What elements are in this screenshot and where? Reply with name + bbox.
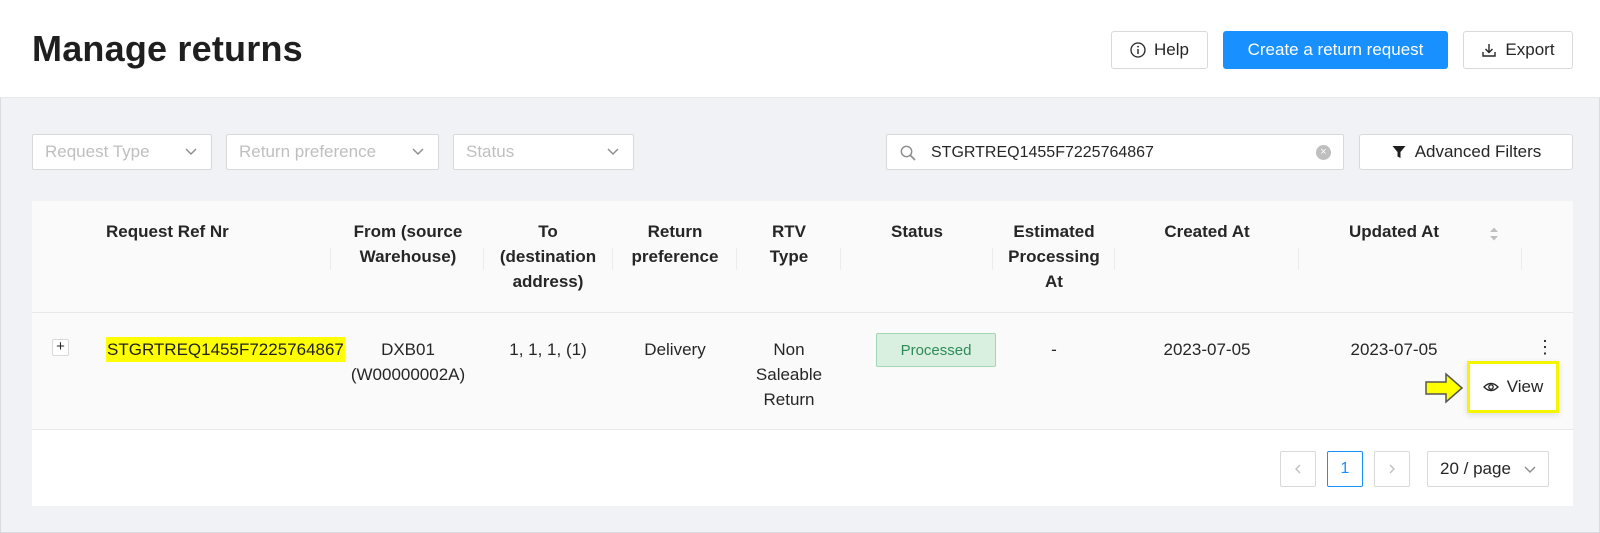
column-header-estimated: Estimated Processing At bbox=[1008, 222, 1100, 291]
chevron-down-icon bbox=[412, 148, 424, 155]
page-1-button[interactable]: 1 bbox=[1327, 451, 1363, 487]
create-return-button[interactable]: Create a return request bbox=[1223, 31, 1448, 69]
cell-from: DXB01 (W00000002A) bbox=[350, 340, 466, 384]
request-ref[interactable]: STGRTREQ1455F7225764867 bbox=[106, 337, 345, 362]
next-page-button[interactable] bbox=[1374, 451, 1410, 487]
column-separator bbox=[840, 248, 841, 270]
download-icon bbox=[1482, 44, 1497, 57]
clear-search-icon[interactable]: × bbox=[1316, 145, 1331, 160]
expand-row-icon[interactable]: + bbox=[52, 339, 69, 356]
page-size-label: 20 / page bbox=[1440, 459, 1511, 478]
column-header-to: To (destination address) bbox=[499, 222, 597, 291]
view-label: View bbox=[1506, 377, 1544, 396]
chevron-down-icon bbox=[607, 148, 619, 155]
status-placeholder: Status bbox=[466, 142, 515, 161]
prev-page-button[interactable] bbox=[1280, 451, 1316, 487]
chevron-down-icon bbox=[185, 148, 197, 155]
cell-return-preference: Delivery bbox=[644, 340, 706, 359]
column-separator bbox=[1521, 248, 1522, 270]
search-box: × bbox=[886, 134, 1344, 170]
help-label: Help bbox=[1154, 40, 1189, 59]
table-row: + STGRTREQ1455F7225764867 DXB01 (W000000… bbox=[32, 313, 1573, 430]
column-separator bbox=[1298, 248, 1299, 270]
column-header-created-at: Created At bbox=[1164, 222, 1250, 241]
cell-estimated: - bbox=[1051, 340, 1057, 359]
help-button[interactable]: Help bbox=[1111, 31, 1208, 69]
chevron-right-icon bbox=[1389, 464, 1395, 474]
cell-created-at: 2023-07-05 bbox=[1163, 340, 1251, 359]
page-size-select[interactable]: 20 / page bbox=[1427, 451, 1549, 487]
search-icon bbox=[900, 145, 916, 161]
column-header-ref: Request Ref Nr bbox=[106, 222, 229, 241]
column-header-status: Status bbox=[891, 222, 943, 241]
page-header: Manage returns Help Create a return requ… bbox=[0, 0, 1600, 98]
column-header-updated-at[interactable]: Updated At bbox=[1299, 219, 1489, 244]
status-badge: Processed bbox=[876, 333, 996, 367]
filter-icon bbox=[1392, 146, 1406, 158]
table-header: Request Ref Nr From (source Warehouse) T… bbox=[32, 201, 1573, 313]
column-header-return-preference: Return preference bbox=[631, 222, 719, 266]
more-actions-icon[interactable]: ⋮ bbox=[1536, 337, 1554, 358]
advanced-filters-label: Advanced Filters bbox=[1414, 142, 1542, 161]
cell-updated-at: 2023-07-05 bbox=[1350, 340, 1438, 359]
search-input[interactable] bbox=[931, 141, 1291, 165]
request-type-select[interactable]: Request Type bbox=[32, 134, 212, 170]
status-select[interactable]: Status bbox=[453, 134, 634, 170]
request-type-placeholder: Request Type bbox=[45, 142, 150, 161]
view-action[interactable]: View bbox=[1467, 361, 1559, 413]
chevron-left-icon bbox=[1295, 464, 1301, 474]
sort-icon[interactable] bbox=[1488, 225, 1500, 243]
export-label: Export bbox=[1505, 40, 1555, 59]
eye-icon bbox=[1482, 382, 1499, 392]
column-header-from: From (source Warehouse) bbox=[353, 222, 463, 266]
returns-table: Request Ref Nr From (source Warehouse) T… bbox=[32, 201, 1573, 506]
return-preference-placeholder: Return preference bbox=[239, 142, 377, 161]
column-header-rtv-type: RTV Type bbox=[769, 222, 809, 266]
chevron-down-icon bbox=[1524, 466, 1536, 473]
info-circle-icon bbox=[1130, 42, 1146, 58]
return-preference-select[interactable]: Return preference bbox=[226, 134, 439, 170]
arrow-right-icon bbox=[1425, 372, 1464, 404]
cell-to: 1, 1, 1, (1) bbox=[509, 340, 587, 359]
export-button[interactable]: Export bbox=[1463, 31, 1573, 69]
create-return-label: Create a return request bbox=[1247, 40, 1424, 59]
advanced-filters-button[interactable]: Advanced Filters bbox=[1359, 134, 1573, 170]
column-separator bbox=[1114, 248, 1115, 270]
cell-rtv-type: Non Saleable Return bbox=[755, 340, 823, 409]
page-title: Manage returns bbox=[32, 28, 303, 69]
column-separator bbox=[330, 248, 331, 270]
